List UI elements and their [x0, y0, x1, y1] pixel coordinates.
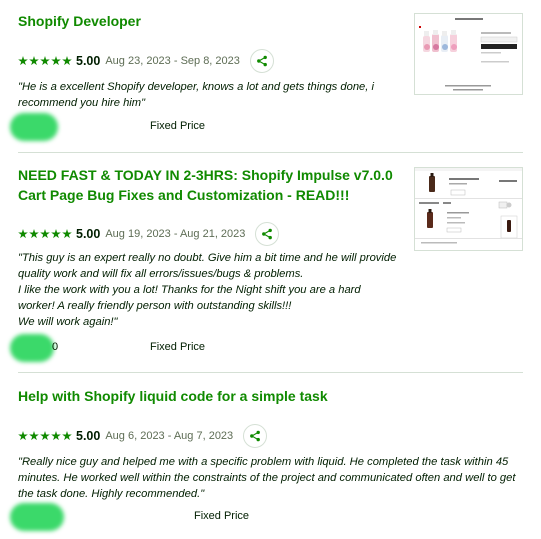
feedback-text: We will work again!" [18, 316, 118, 328]
rating-score: 5.00 [76, 429, 101, 443]
share-icon [250, 430, 261, 442]
rating-row: 5.00 Aug 23, 2023 - Sep 8, 2023 [18, 49, 274, 73]
redacted-earnings [10, 503, 64, 531]
price-type: Fixed Price [150, 341, 206, 353]
job-title[interactable]: NEED FAST & TODAY IN 2-3HRS: Shopify Imp… [18, 165, 398, 205]
star-icon [51, 431, 61, 441]
job-dates: Aug 23, 2023 - Sep 8, 2023 [105, 55, 240, 67]
star-icon [62, 431, 72, 441]
star-icon [40, 56, 50, 66]
portfolio-thumbnail[interactable] [414, 167, 523, 251]
rating-score: 5.00 [76, 54, 101, 68]
star-icon [18, 431, 28, 441]
rating-score: 5.00 [76, 227, 101, 241]
feedback-text: "He is a excellent Shopify developer, kn… [18, 81, 374, 109]
star-icon [51, 56, 61, 66]
price-type: Fixed Price [150, 120, 206, 132]
star-icon [62, 229, 72, 239]
feedback-text: "Really nice guy and helped me with a sp… [18, 456, 516, 500]
cart-page-thumbnail-icon [415, 168, 522, 250]
job-title[interactable]: Shopify Developer [18, 11, 378, 31]
client-feedback: "He is a excellent Shopify developer, kn… [18, 79, 418, 111]
job-item: NEED FAST & TODAY IN 2-3HRS: Shopify Imp… [0, 152, 541, 372]
portfolio-thumbnail[interactable] [414, 13, 523, 95]
rating-row: 5.00 Aug 6, 2023 - Aug 7, 2023 [18, 424, 268, 448]
share-button[interactable] [249, 49, 274, 73]
client-feedback: "This guy is an expert really no doubt. … [18, 250, 398, 330]
star-rating [18, 229, 72, 239]
work-history-list: Shopify Developer 5.00 Aug 23, 2023 - Se… [0, 0, 541, 539]
feedback-text: I like the work with you a lot! Thanks f… [18, 284, 361, 312]
star-icon [40, 431, 50, 441]
product-page-thumbnail-icon [415, 14, 522, 94]
share-icon [262, 228, 273, 240]
redacted-earnings [10, 334, 54, 362]
star-icon [18, 229, 28, 239]
star-icon [18, 56, 28, 66]
star-icon [29, 431, 39, 441]
star-rating [18, 56, 72, 66]
job-meta: Fixed Price [10, 503, 530, 531]
job-item: Shopify Developer 5.00 Aug 23, 2023 - Se… [0, 0, 541, 152]
star-icon [29, 229, 39, 239]
earnings-amount: 0 [52, 341, 59, 353]
job-dates: Aug 6, 2023 - Aug 7, 2023 [105, 430, 234, 442]
share-button[interactable] [243, 424, 268, 448]
price-type: Fixed Price [194, 510, 250, 522]
job-dates: Aug 19, 2023 - Aug 21, 2023 [105, 228, 246, 240]
star-icon [51, 229, 61, 239]
feedback-text: "This guy is an expert really no doubt. … [18, 252, 397, 280]
redacted-earnings [10, 113, 58, 141]
star-rating [18, 431, 72, 441]
star-icon [29, 56, 39, 66]
star-icon [40, 229, 50, 239]
job-item: Help with Shopify liquid code for a simp… [0, 372, 541, 539]
star-icon [62, 56, 72, 66]
job-title[interactable]: Help with Shopify liquid code for a simp… [18, 386, 398, 406]
share-button[interactable] [255, 222, 280, 246]
client-feedback: "Really nice guy and helped me with a sp… [18, 454, 523, 502]
job-meta: Fixed Price [10, 113, 530, 141]
rating-row: 5.00 Aug 19, 2023 - Aug 21, 2023 [18, 222, 280, 246]
share-icon [257, 55, 267, 67]
job-meta: 0 Fixed Price [10, 334, 530, 362]
